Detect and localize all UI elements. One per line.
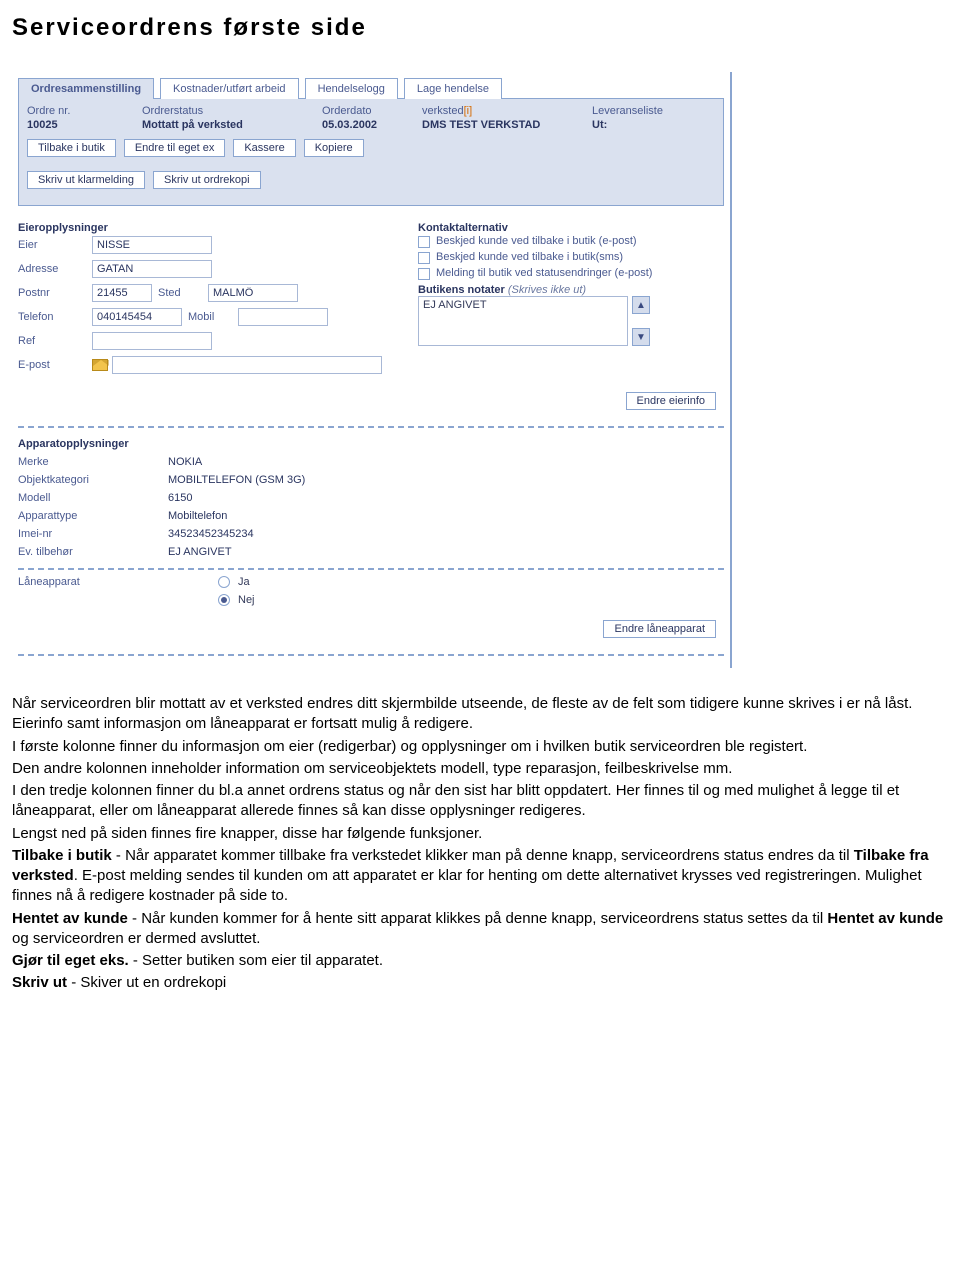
label-epost: E-post [18, 359, 92, 371]
chk-epost-tilbake-label: Beskjed kunde ved tilbake i butik (e-pos… [436, 234, 637, 248]
chk-sms-tilbake[interactable] [418, 252, 430, 264]
mail-icon [92, 359, 108, 371]
label-merke: Merke [18, 456, 168, 468]
section-divider-3 [18, 654, 724, 656]
value-orderdato: 05.03.2002 [322, 119, 412, 131]
header-panel: Ordre nr. Ordrerstatus Orderdato verkste… [18, 98, 724, 206]
value-verksted: DMS TEST VERKSTAD [422, 119, 582, 131]
tab-lage-hendelse[interactable]: Lage hendelse [404, 78, 502, 99]
loan-no-radio[interactable] [218, 594, 230, 606]
label-ref: Ref [18, 335, 92, 347]
value-ordre-nr: 10025 [27, 119, 132, 131]
telefon-field[interactable] [92, 308, 182, 326]
doc-p6: Tilbake i butik - Når apparatet kommer t… [12, 846, 948, 907]
label-telefon: Telefon [18, 311, 92, 323]
adresse-field[interactable] [92, 260, 212, 278]
epost-field[interactable] [112, 356, 382, 374]
label-imei: Imei-nr [18, 528, 168, 540]
notes-textarea[interactable]: EJ ANGIVET [418, 296, 628, 346]
value-modell: 6150 [168, 492, 192, 504]
loan-yes-radio[interactable] [218, 576, 230, 588]
label-laneapparat: Låneapparat [18, 576, 168, 588]
doc-p9: Skriv ut - Skiver ut en ordrekopi [12, 973, 948, 993]
doc-p3: Den andre kolonnen inneholder informatio… [12, 759, 948, 779]
sted-field[interactable] [208, 284, 298, 302]
skriv-ut-klarmelding-button[interactable]: Skriv ut klarmelding [27, 171, 145, 189]
label-postnr: Postnr [18, 287, 92, 299]
apparatopplysninger-title: Apparatopplysninger [18, 438, 724, 450]
app-frame: Ordresammenstilling Kostnader/utført arb… [12, 72, 732, 668]
label-sted: Sted [158, 287, 208, 299]
page-title: Serviceordrens første side [12, 14, 948, 42]
endre-til-eget-ex-button[interactable]: Endre til eget ex [124, 139, 226, 157]
eier-field[interactable] [92, 236, 212, 254]
value-ordrerstatus: Mottatt på verksted [142, 119, 312, 131]
label-orderdato: Orderdato [322, 105, 412, 117]
value-tilbehor: EJ ANGIVET [168, 546, 232, 558]
label-ordrerstatus: Ordrerstatus [142, 105, 312, 117]
value-leveranseliste: Ut: [592, 119, 702, 131]
loan-yes-label: Ja [238, 576, 250, 588]
tab-kostnader[interactable]: Kostnader/utført arbeid [160, 78, 299, 99]
chk-status-epost[interactable] [418, 268, 430, 280]
label-apparattype: Apparattype [18, 510, 168, 522]
endre-laneapparat-button[interactable]: Endre låneapparat [603, 620, 716, 638]
label-objektkategori: Objektkategori [18, 474, 168, 486]
label-ordre-nr: Ordre nr. [27, 105, 132, 117]
tilbake-i-butik-button[interactable]: Tilbake i butik [27, 139, 116, 157]
label-adresse: Adresse [18, 263, 92, 275]
postnr-field[interactable] [92, 284, 152, 302]
loan-no-label: Nej [238, 594, 255, 606]
notes-scroll-down-button[interactable]: ▼ [632, 328, 650, 346]
label-modell: Modell [18, 492, 168, 504]
tab-hendelselogg[interactable]: Hendelselogg [305, 78, 398, 99]
doc-p1: Når serviceordren blir mottatt av et ver… [12, 694, 948, 735]
doc-p4: I den tredje kolonnen finner du bl.a ann… [12, 781, 948, 822]
kassere-button[interactable]: Kassere [233, 139, 295, 157]
label-eier: Eier [18, 239, 92, 251]
kopiere-button[interactable]: Kopiere [304, 139, 364, 157]
value-objektkategori: MOBILTELEFON (GSM 3G) [168, 474, 305, 486]
notes-hint: (Skrives ikke ut) [508, 284, 586, 296]
chk-status-epost-label: Melding til butik ved statusendringer (e… [436, 266, 652, 280]
eieropplysninger-title: Eieropplysninger [18, 222, 418, 234]
chk-epost-tilbake[interactable] [418, 236, 430, 248]
tab-ordresammenstilling[interactable]: Ordresammenstilling [18, 78, 154, 99]
label-tilbehor: Ev. tilbehør [18, 546, 168, 558]
doc-p2: I første kolonne finner du informasjon o… [12, 737, 948, 757]
label-verksted: verksted[i] [422, 105, 582, 117]
doc-p5: Lengst ned på siden finnes fire knapper,… [12, 824, 948, 844]
doc-p7: Hentet av kunde - Når kunden kommer for … [12, 909, 948, 950]
ref-field[interactable] [92, 332, 212, 350]
notes-scroll-up-button[interactable]: ▲ [632, 296, 650, 314]
section-divider [18, 426, 724, 428]
value-merke: NOKIA [168, 456, 202, 468]
bracket-icon: [i] [464, 105, 473, 117]
doc-p8: Gjør til eget eks. - Setter butiken som … [12, 951, 948, 971]
document-body: Når serviceordren blir mottatt av et ver… [12, 694, 948, 994]
kontaktalternativ-title: Kontaktalternativ [418, 222, 724, 234]
notes-label: Butikens notater (Skrives ikke ut) [418, 284, 724, 296]
label-mobil: Mobil [188, 311, 238, 323]
chk-sms-tilbake-label: Beskjed kunde ved tilbake i butik(sms) [436, 250, 623, 264]
skriv-ut-ordrekopi-button[interactable]: Skriv ut ordrekopi [153, 171, 261, 189]
label-leveranseliste: Leveranseliste [592, 105, 702, 117]
mobil-field[interactable] [238, 308, 328, 326]
endre-eierinfo-button[interactable]: Endre eierinfo [626, 392, 717, 410]
section-divider-2 [18, 568, 724, 570]
value-imei: 34523452345234 [168, 528, 254, 540]
tab-bar: Ordresammenstilling Kostnader/utført arb… [18, 78, 724, 99]
value-apparattype: Mobiltelefon [168, 510, 227, 522]
